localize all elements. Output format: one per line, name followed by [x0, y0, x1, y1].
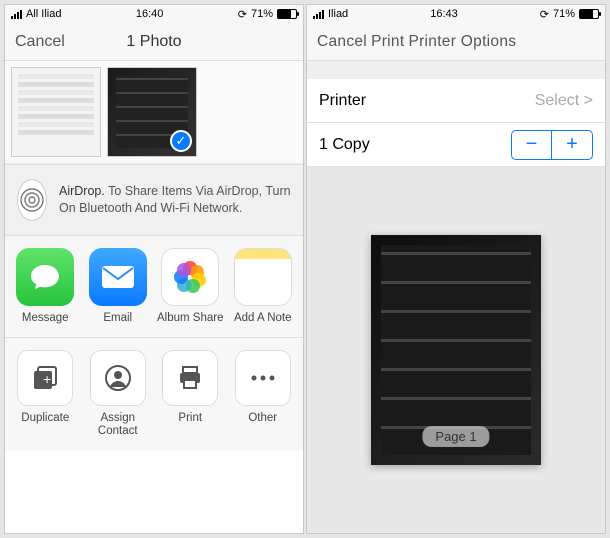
share-add-note[interactable]: Add A Note — [229, 248, 298, 325]
status-bar: All Iliad 16:40 ⟳ 71% — [5, 5, 303, 23]
action-item-label: Other — [248, 412, 277, 425]
cancel-button[interactable]: Cancel — [15, 33, 65, 51]
printer-row-label: Printer — [319, 92, 366, 110]
share-message[interactable]: Message — [11, 248, 80, 325]
carrier-label: All Iliad — [26, 8, 61, 20]
stepper-plus[interactable]: + — [552, 131, 592, 159]
duplicate-icon: + — [17, 350, 73, 406]
share-apps-row: Message Email Album Share — [5, 236, 303, 337]
signal-icon — [313, 10, 324, 19]
status-bar: Iliad 16:43 ⟳ 71% — [307, 5, 605, 23]
copies-stepper: − + — [511, 130, 593, 160]
clock: 16:43 — [430, 8, 458, 20]
action-print[interactable]: Print — [156, 350, 225, 438]
orientation-lock-icon: ⟳ — [238, 8, 247, 21]
message-icon — [16, 248, 74, 306]
printer-select-row[interactable]: Printer Select > — [307, 79, 605, 123]
orientation-lock-icon: ⟳ — [540, 8, 549, 21]
thumbnail-item[interactable] — [11, 67, 101, 157]
action-duplicate[interactable]: + Duplicate — [11, 350, 80, 438]
signal-icon — [11, 10, 22, 19]
carrier-label: Iliad — [328, 8, 348, 20]
printer-row-value: Select > — [535, 92, 593, 110]
battery-icon — [277, 9, 297, 19]
mail-icon — [89, 248, 147, 306]
print-preview-page[interactable]: Page 1 — [371, 235, 541, 465]
battery-pct: 71% — [251, 8, 273, 20]
nav-bar: Cancel 1 Photo — [5, 23, 303, 61]
printer-options-screen: Iliad 16:43 ⟳ 71% Cancel Print Printer O… — [306, 4, 606, 534]
photo-thumbnails: ✓ — [5, 61, 303, 164]
share-sheet-screen: All Iliad 16:40 ⟳ 71% Cancel 1 Photo ✓ A… — [4, 4, 304, 534]
action-item-label: Print — [178, 412, 202, 425]
action-item-label: Assign Contact — [84, 412, 153, 438]
nav-title: Printer Options — [408, 33, 516, 51]
print-button[interactable]: Print — [371, 33, 404, 51]
copies-row: 1 Copy − + — [307, 123, 605, 167]
share-item-label: Email — [103, 312, 132, 325]
clock: 16:40 — [136, 8, 164, 20]
airdrop-icon — [17, 179, 47, 221]
thumbnail-item-selected[interactable]: ✓ — [107, 67, 197, 157]
contact-icon — [90, 350, 146, 406]
battery-icon — [579, 9, 599, 19]
share-item-label: Album Share — [157, 312, 223, 325]
copies-label: 1 Copy — [319, 136, 370, 154]
actions-row: + Duplicate Assign Contact Print Other — [5, 337, 303, 450]
stepper-minus[interactable]: − — [512, 131, 552, 159]
action-assign-contact[interactable]: Assign Contact — [84, 350, 153, 438]
print-icon — [162, 350, 218, 406]
cancel-button[interactable]: Cancel — [317, 33, 367, 51]
battery-pct: 71% — [553, 8, 575, 20]
share-item-label: Message — [22, 312, 69, 325]
photos-icon — [161, 248, 219, 306]
more-icon — [235, 350, 291, 406]
airdrop-text: AirDrop. To Share Items Via AirDrop, Tur… — [59, 183, 291, 217]
svg-text:+: + — [43, 371, 51, 387]
share-item-label: Add A Note — [234, 312, 292, 325]
share-album[interactable]: Album Share — [156, 248, 225, 325]
action-other[interactable]: Other — [229, 350, 298, 438]
spacer — [307, 61, 605, 79]
action-item-label: Duplicate — [21, 412, 69, 425]
nav-bar: Cancel Print Printer Options — [307, 23, 605, 61]
checkmark-icon: ✓ — [170, 130, 192, 152]
notes-icon — [234, 248, 292, 306]
page-badge: Page 1 — [422, 426, 489, 447]
nav-title: 1 Photo — [126, 33, 181, 51]
airdrop-row[interactable]: AirDrop. To Share Items Via AirDrop, Tur… — [5, 164, 303, 236]
print-preview-area: Page 1 — [307, 167, 605, 533]
share-email[interactable]: Email — [84, 248, 153, 325]
